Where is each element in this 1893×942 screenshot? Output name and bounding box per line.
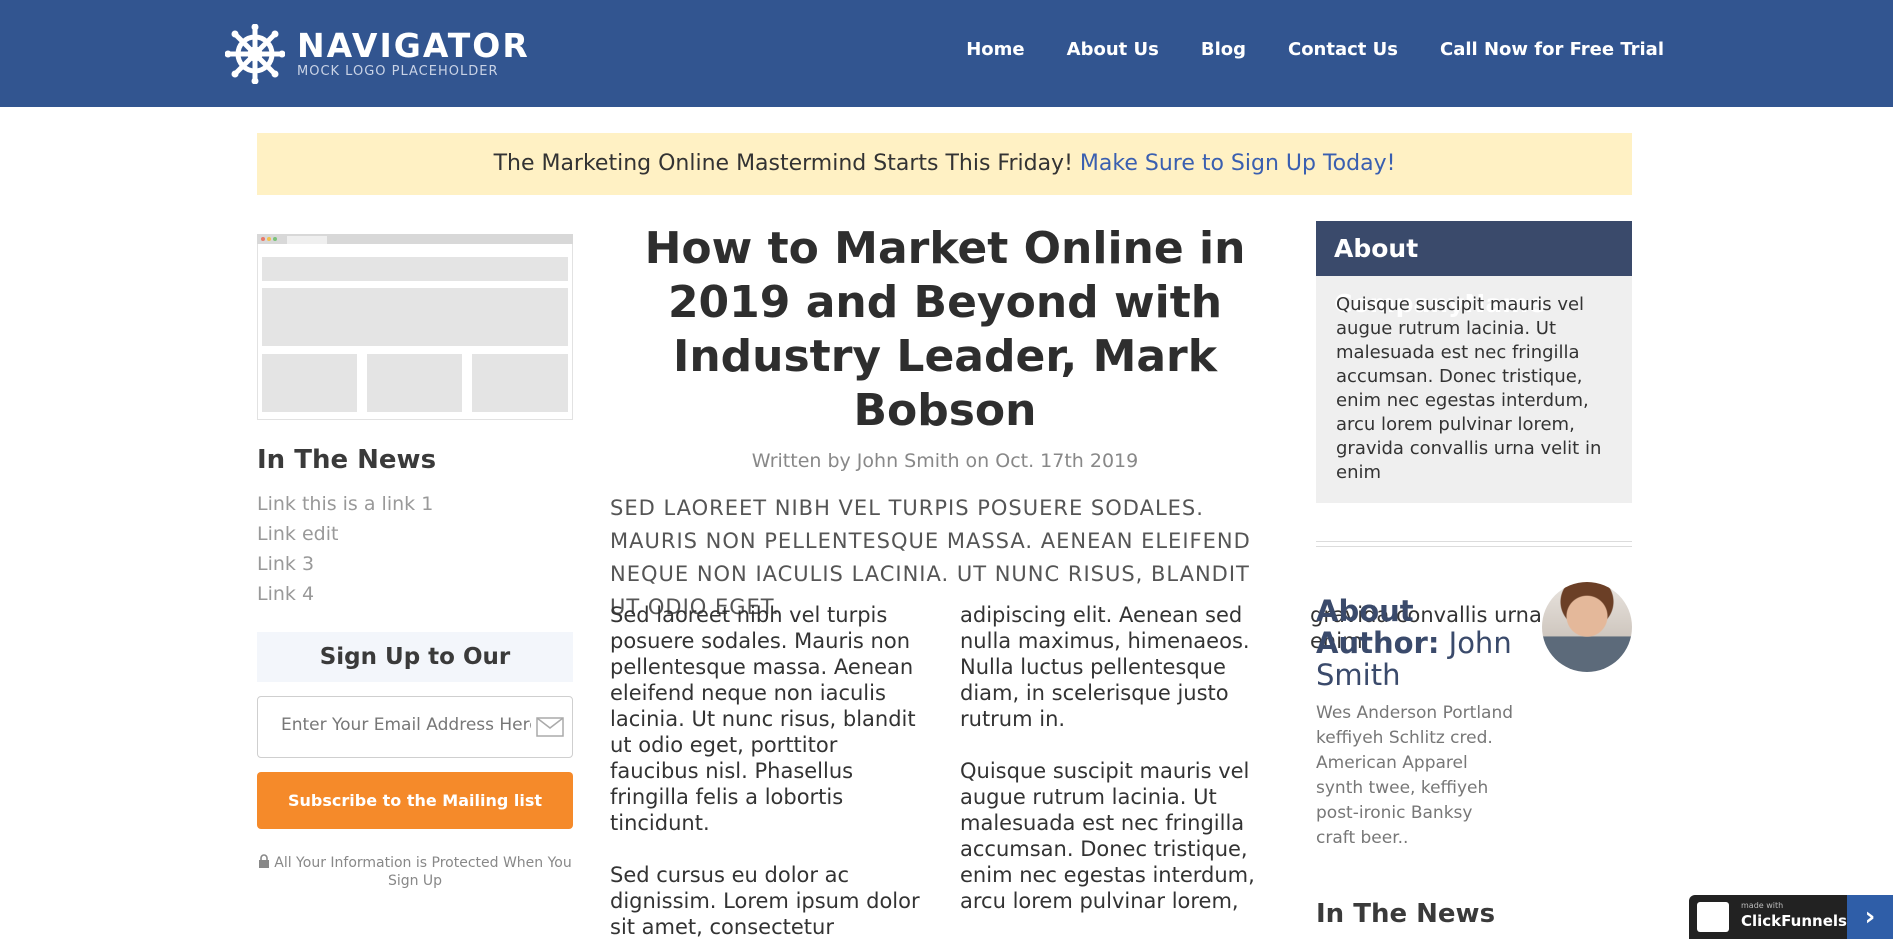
news-link[interactable]: Link 4 (257, 579, 433, 609)
news-link[interactable]: Link this is a link 1 (257, 489, 433, 519)
news-link[interactable]: Link edit (257, 519, 433, 549)
divider (1316, 541, 1632, 547)
newsletter-heading: Sign Up to Our Newsletter (257, 632, 573, 720)
privacy-note: All Your Information is Protected When Y… (257, 854, 573, 890)
article-title: How to Market Online in 2019 and Beyond … (644, 223, 1246, 436)
article-body: Sed laoreet nibh vel turpis posuere soda… (610, 602, 1620, 942)
badge-brand-text: ClickFunnels (1741, 912, 1847, 930)
about-company-heading: About CompanyName (1316, 221, 1632, 318)
chevron-right-icon[interactable]: › (1847, 895, 1893, 939)
author-label: About Author: (1316, 594, 1440, 660)
logo[interactable]: NAVIGATOR MOCK LOGO PLACEHOLDER (225, 24, 530, 84)
email-placeholder: Enter Your Email Address Here... (281, 715, 531, 735)
lock-icon (259, 854, 270, 868)
announcement-banner: The Marketing Online Mastermind Starts T… (257, 133, 1632, 195)
author-bio: Wes Anderson Portland keffiyeh Schlitz c… (1316, 703, 1514, 848)
banner-signup-link[interactable]: Make Sure to Sign Up Today! (1080, 151, 1396, 176)
badge-small-text: made with (1741, 901, 1784, 910)
nav-about-us[interactable]: About Us (1067, 38, 1159, 62)
nav-free-trial[interactable]: Call Now for Free Trial (1440, 38, 1664, 62)
nav-contact-us[interactable]: Contact Us (1288, 38, 1398, 62)
logo-text: NAVIGATOR MOCK LOGO PLACEHOLDER (297, 28, 530, 80)
article-paragraph: Sed laoreet nibh vel turpis posuere soda… (610, 603, 916, 835)
clickfunnels-badge[interactable]: made with ClickFunnels › (1689, 895, 1893, 939)
logo-subtitle: MOCK LOGO PLACEHOLDER (297, 64, 499, 79)
banner-text: The Marketing Online Mastermind Starts T… (493, 151, 1073, 176)
nav-home[interactable]: Home (966, 38, 1024, 62)
privacy-text: All Your Information is Protected When Y… (274, 855, 572, 889)
placeholder-image (257, 234, 573, 420)
article-byline: Written by John Smith on Oct. 17th 2019 (751, 450, 1139, 472)
right-sidebar: About CompanyName Quisque suscipit mauri… (1316, 221, 1632, 929)
main-nav: Home About Us Blog Contact Us Call Now f… (924, 38, 1664, 62)
news-heading-right: In The News (1316, 899, 1496, 929)
left-sidebar: In The News Link this is a link 1 Link e… (257, 234, 573, 889)
news-link[interactable]: Link 3 (257, 549, 433, 579)
email-field[interactable]: Enter Your Email Address Here... (257, 696, 573, 758)
logo-title: NAVIGATOR (297, 26, 530, 65)
article: How to Market Online in 2019 and Beyond … (610, 222, 1620, 939)
ship-wheel-icon (225, 24, 285, 84)
site-header: NAVIGATOR MOCK LOGO PLACEHOLDER Home Abo… (0, 0, 1893, 107)
news-links: Link this is a link 1 Link edit Link 3 L… (257, 489, 433, 609)
clickfunnels-logo-icon (1697, 902, 1729, 932)
nav-blog[interactable]: Blog (1201, 38, 1246, 62)
envelope-icon (536, 717, 564, 737)
subscribe-button[interactable]: Subscribe to the Mailing list (257, 772, 573, 829)
about-author-heading: About Author: John Smith (1316, 595, 1536, 691)
avatar (1542, 582, 1632, 672)
about-company-text: Quisque suscipit mauris vel augue rutrum… (1316, 276, 1632, 503)
news-heading: In The News (257, 445, 437, 475)
